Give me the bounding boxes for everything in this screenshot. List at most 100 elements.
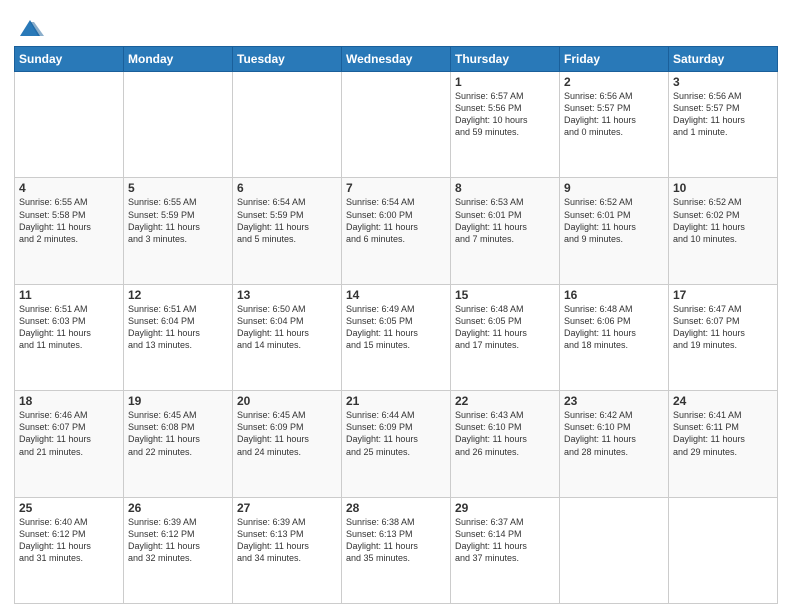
day-info: Sunrise: 6:37 AM Sunset: 6:14 PM Dayligh…	[455, 516, 555, 565]
page: SundayMondayTuesdayWednesdayThursdayFrid…	[0, 0, 792, 612]
calendar-cell: 7Sunrise: 6:54 AM Sunset: 6:00 PM Daylig…	[342, 178, 451, 284]
calendar-cell: 13Sunrise: 6:50 AM Sunset: 6:04 PM Dayli…	[233, 284, 342, 390]
calendar-cell: 20Sunrise: 6:45 AM Sunset: 6:09 PM Dayli…	[233, 391, 342, 497]
day-number: 28	[346, 501, 446, 515]
header-thursday: Thursday	[451, 47, 560, 72]
day-info: Sunrise: 6:41 AM Sunset: 6:11 PM Dayligh…	[673, 409, 773, 458]
day-number: 10	[673, 181, 773, 195]
day-number: 18	[19, 394, 119, 408]
day-number: 22	[455, 394, 555, 408]
calendar-table: SundayMondayTuesdayWednesdayThursdayFrid…	[14, 46, 778, 604]
calendar-cell	[342, 72, 451, 178]
calendar-cell: 4Sunrise: 6:55 AM Sunset: 5:58 PM Daylig…	[15, 178, 124, 284]
calendar-cell: 25Sunrise: 6:40 AM Sunset: 6:12 PM Dayli…	[15, 497, 124, 603]
day-info: Sunrise: 6:53 AM Sunset: 6:01 PM Dayligh…	[455, 196, 555, 245]
day-number: 27	[237, 501, 337, 515]
day-number: 21	[346, 394, 446, 408]
day-info: Sunrise: 6:42 AM Sunset: 6:10 PM Dayligh…	[564, 409, 664, 458]
week-row-3: 11Sunrise: 6:51 AM Sunset: 6:03 PM Dayli…	[15, 284, 778, 390]
header-sunday: Sunday	[15, 47, 124, 72]
day-info: Sunrise: 6:52 AM Sunset: 6:02 PM Dayligh…	[673, 196, 773, 245]
day-info: Sunrise: 6:45 AM Sunset: 6:08 PM Dayligh…	[128, 409, 228, 458]
header	[14, 10, 778, 42]
header-wednesday: Wednesday	[342, 47, 451, 72]
day-number: 19	[128, 394, 228, 408]
day-number: 24	[673, 394, 773, 408]
day-info: Sunrise: 6:51 AM Sunset: 6:03 PM Dayligh…	[19, 303, 119, 352]
day-info: Sunrise: 6:57 AM Sunset: 5:56 PM Dayligh…	[455, 90, 555, 139]
calendar-cell: 24Sunrise: 6:41 AM Sunset: 6:11 PM Dayli…	[669, 391, 778, 497]
day-info: Sunrise: 6:48 AM Sunset: 6:06 PM Dayligh…	[564, 303, 664, 352]
day-info: Sunrise: 6:54 AM Sunset: 6:00 PM Dayligh…	[346, 196, 446, 245]
calendar-cell: 29Sunrise: 6:37 AM Sunset: 6:14 PM Dayli…	[451, 497, 560, 603]
day-info: Sunrise: 6:56 AM Sunset: 5:57 PM Dayligh…	[564, 90, 664, 139]
calendar-cell: 23Sunrise: 6:42 AM Sunset: 6:10 PM Dayli…	[560, 391, 669, 497]
week-row-5: 25Sunrise: 6:40 AM Sunset: 6:12 PM Dayli…	[15, 497, 778, 603]
calendar-cell	[669, 497, 778, 603]
calendar-cell: 8Sunrise: 6:53 AM Sunset: 6:01 PM Daylig…	[451, 178, 560, 284]
calendar-cell: 1Sunrise: 6:57 AM Sunset: 5:56 PM Daylig…	[451, 72, 560, 178]
calendar-cell: 21Sunrise: 6:44 AM Sunset: 6:09 PM Dayli…	[342, 391, 451, 497]
day-info: Sunrise: 6:46 AM Sunset: 6:07 PM Dayligh…	[19, 409, 119, 458]
calendar-cell: 15Sunrise: 6:48 AM Sunset: 6:05 PM Dayli…	[451, 284, 560, 390]
day-info: Sunrise: 6:44 AM Sunset: 6:09 PM Dayligh…	[346, 409, 446, 458]
day-number: 23	[564, 394, 664, 408]
header-tuesday: Tuesday	[233, 47, 342, 72]
calendar-cell	[233, 72, 342, 178]
calendar-cell: 22Sunrise: 6:43 AM Sunset: 6:10 PM Dayli…	[451, 391, 560, 497]
logo	[14, 14, 44, 42]
day-number: 4	[19, 181, 119, 195]
day-number: 12	[128, 288, 228, 302]
day-number: 26	[128, 501, 228, 515]
day-info: Sunrise: 6:38 AM Sunset: 6:13 PM Dayligh…	[346, 516, 446, 565]
calendar-cell: 18Sunrise: 6:46 AM Sunset: 6:07 PM Dayli…	[15, 391, 124, 497]
day-info: Sunrise: 6:48 AM Sunset: 6:05 PM Dayligh…	[455, 303, 555, 352]
calendar-cell: 3Sunrise: 6:56 AM Sunset: 5:57 PM Daylig…	[669, 72, 778, 178]
header-friday: Friday	[560, 47, 669, 72]
calendar-cell: 26Sunrise: 6:39 AM Sunset: 6:12 PM Dayli…	[124, 497, 233, 603]
day-number: 6	[237, 181, 337, 195]
day-info: Sunrise: 6:43 AM Sunset: 6:10 PM Dayligh…	[455, 409, 555, 458]
day-number: 3	[673, 75, 773, 89]
calendar-cell: 19Sunrise: 6:45 AM Sunset: 6:08 PM Dayli…	[124, 391, 233, 497]
calendar-cell: 6Sunrise: 6:54 AM Sunset: 5:59 PM Daylig…	[233, 178, 342, 284]
calendar-cell: 12Sunrise: 6:51 AM Sunset: 6:04 PM Dayli…	[124, 284, 233, 390]
day-number: 2	[564, 75, 664, 89]
calendar-cell: 11Sunrise: 6:51 AM Sunset: 6:03 PM Dayli…	[15, 284, 124, 390]
day-number: 1	[455, 75, 555, 89]
calendar-cell: 14Sunrise: 6:49 AM Sunset: 6:05 PM Dayli…	[342, 284, 451, 390]
calendar-cell: 9Sunrise: 6:52 AM Sunset: 6:01 PM Daylig…	[560, 178, 669, 284]
day-number: 14	[346, 288, 446, 302]
day-number: 25	[19, 501, 119, 515]
calendar-cell: 16Sunrise: 6:48 AM Sunset: 6:06 PM Dayli…	[560, 284, 669, 390]
day-number: 9	[564, 181, 664, 195]
day-info: Sunrise: 6:40 AM Sunset: 6:12 PM Dayligh…	[19, 516, 119, 565]
day-info: Sunrise: 6:56 AM Sunset: 5:57 PM Dayligh…	[673, 90, 773, 139]
calendar-cell: 17Sunrise: 6:47 AM Sunset: 6:07 PM Dayli…	[669, 284, 778, 390]
day-number: 16	[564, 288, 664, 302]
day-number: 8	[455, 181, 555, 195]
header-saturday: Saturday	[669, 47, 778, 72]
calendar-cell: 5Sunrise: 6:55 AM Sunset: 5:59 PM Daylig…	[124, 178, 233, 284]
day-number: 13	[237, 288, 337, 302]
day-number: 20	[237, 394, 337, 408]
day-number: 11	[19, 288, 119, 302]
day-info: Sunrise: 6:54 AM Sunset: 5:59 PM Dayligh…	[237, 196, 337, 245]
calendar-cell: 27Sunrise: 6:39 AM Sunset: 6:13 PM Dayli…	[233, 497, 342, 603]
week-row-2: 4Sunrise: 6:55 AM Sunset: 5:58 PM Daylig…	[15, 178, 778, 284]
header-monday: Monday	[124, 47, 233, 72]
day-info: Sunrise: 6:47 AM Sunset: 6:07 PM Dayligh…	[673, 303, 773, 352]
day-info: Sunrise: 6:51 AM Sunset: 6:04 PM Dayligh…	[128, 303, 228, 352]
calendar-cell	[15, 72, 124, 178]
day-info: Sunrise: 6:39 AM Sunset: 6:13 PM Dayligh…	[237, 516, 337, 565]
header-row: SundayMondayTuesdayWednesdayThursdayFrid…	[15, 47, 778, 72]
logo-icon	[16, 14, 44, 42]
day-number: 15	[455, 288, 555, 302]
day-info: Sunrise: 6:55 AM Sunset: 5:59 PM Dayligh…	[128, 196, 228, 245]
calendar-cell	[560, 497, 669, 603]
calendar-cell	[124, 72, 233, 178]
day-info: Sunrise: 6:49 AM Sunset: 6:05 PM Dayligh…	[346, 303, 446, 352]
day-number: 29	[455, 501, 555, 515]
calendar-cell: 28Sunrise: 6:38 AM Sunset: 6:13 PM Dayli…	[342, 497, 451, 603]
week-row-4: 18Sunrise: 6:46 AM Sunset: 6:07 PM Dayli…	[15, 391, 778, 497]
